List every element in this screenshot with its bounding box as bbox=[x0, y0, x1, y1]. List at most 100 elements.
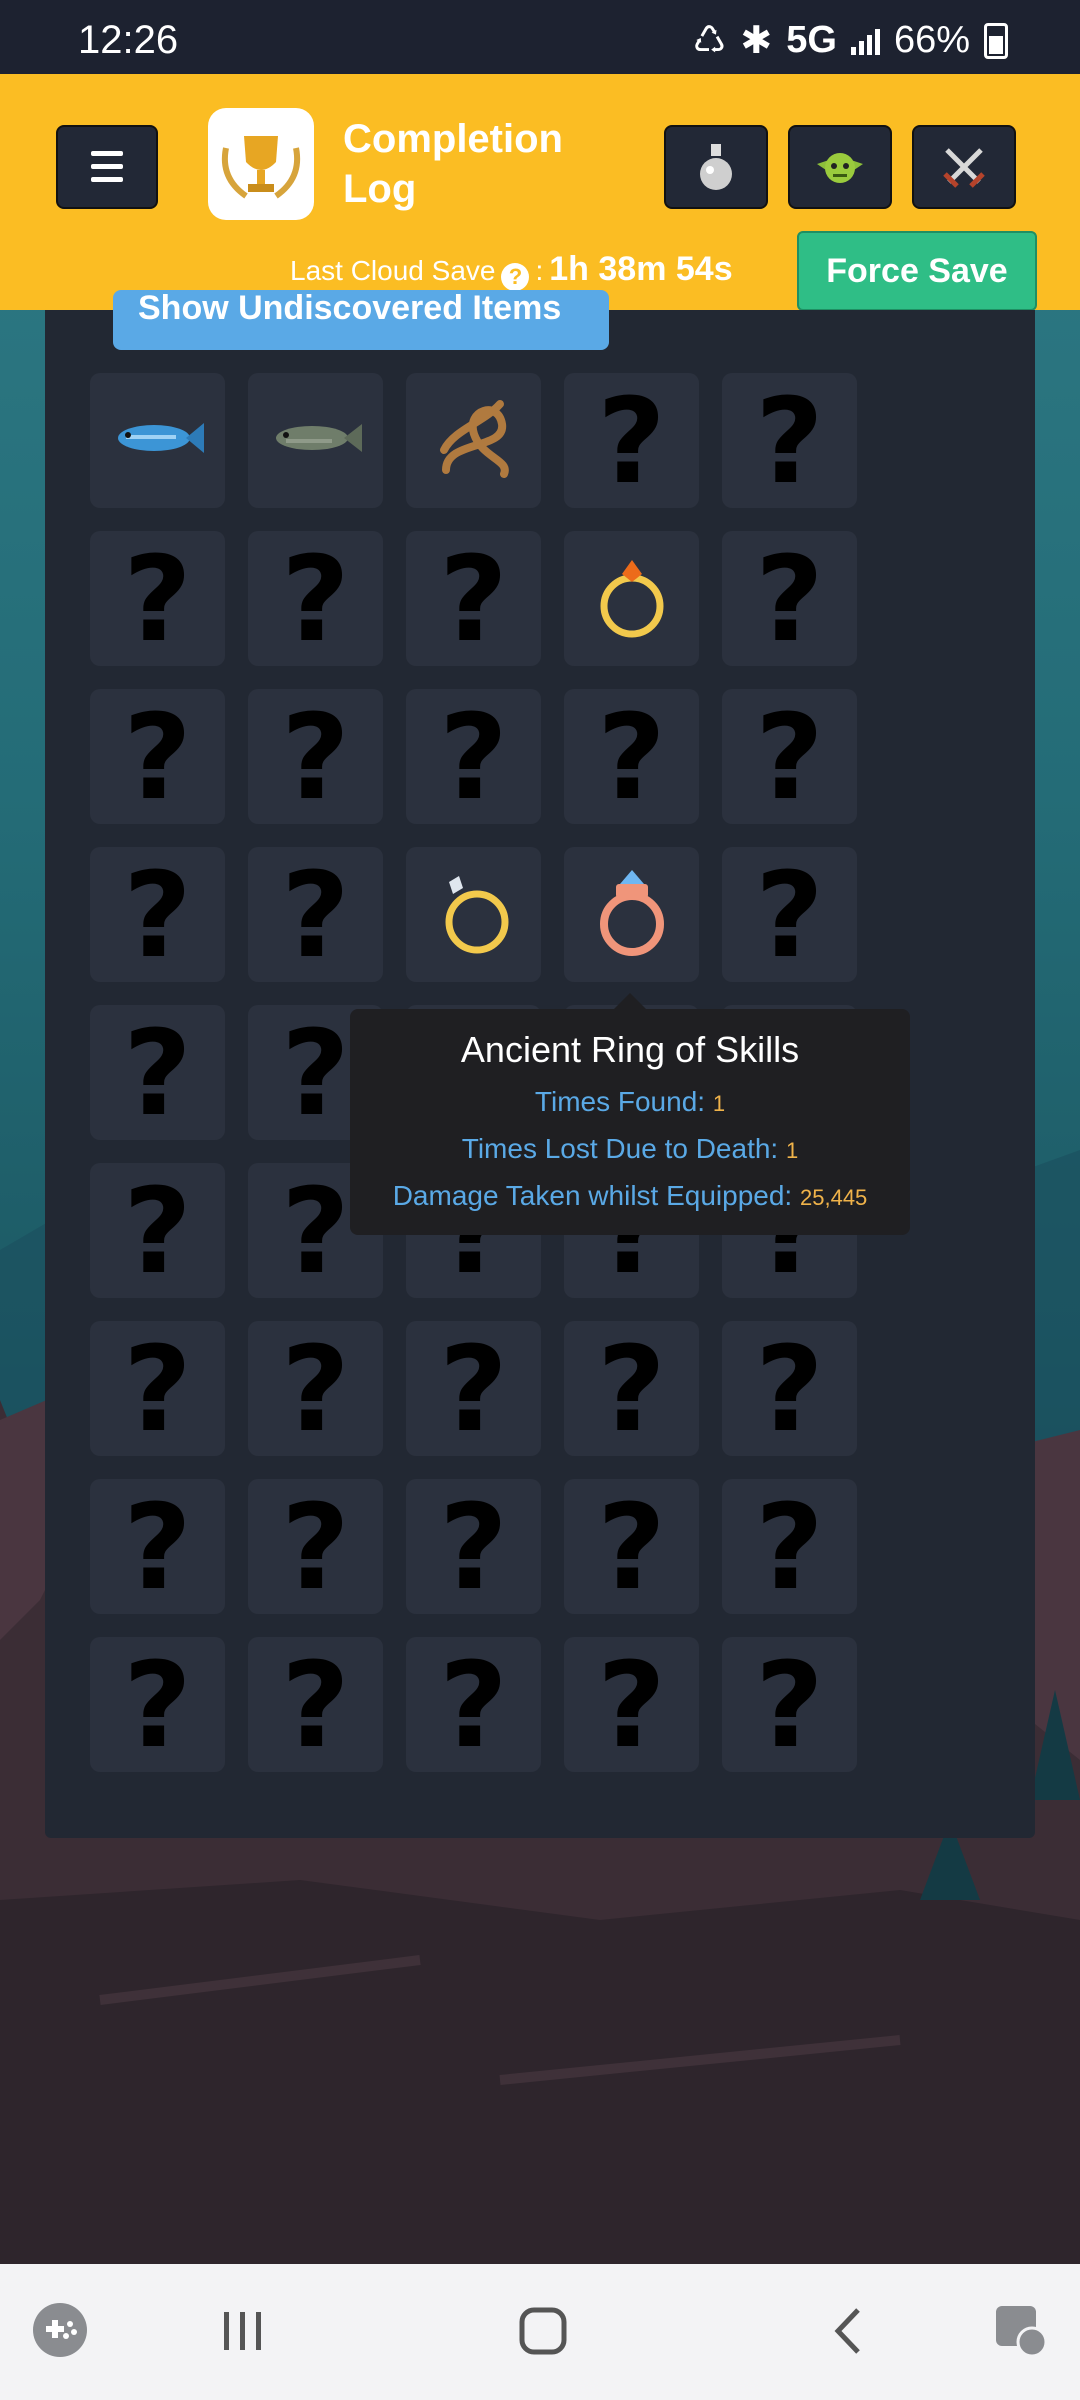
times-lost-label: Times Lost Due to Death: bbox=[461, 1133, 779, 1164]
undiscovered-item-slot[interactable]: ? bbox=[564, 689, 699, 824]
hamburger-menu-button[interactable] bbox=[56, 125, 158, 209]
diamond-ring-icon bbox=[429, 864, 519, 965]
question-mark-icon: ? bbox=[123, 1477, 192, 1616]
undiscovered-item-slot[interactable]: ? bbox=[90, 1321, 225, 1456]
times-found-row: Times Found: 1 bbox=[350, 1086, 910, 1118]
navigation-bar bbox=[0, 2264, 1080, 2400]
undiscovered-item-slot[interactable]: ? bbox=[90, 531, 225, 666]
damage-taken-row: Damage Taken whilst Equipped: 25,445 bbox=[350, 1180, 910, 1212]
undiscovered-item-slot[interactable]: ? bbox=[722, 847, 857, 982]
help-icon[interactable]: ? bbox=[501, 263, 530, 291]
undiscovered-item-slot[interactable]: ? bbox=[90, 1637, 225, 1772]
undiscovered-item-slot[interactable]: ? bbox=[564, 1479, 699, 1614]
question-mark-icon: ? bbox=[281, 1635, 350, 1774]
potion-button[interactable] bbox=[664, 125, 768, 209]
cloud-save-time: 1h 38m 54s bbox=[549, 250, 733, 288]
app-header: Completion Log Last Cloud Save ?: 1h 38m… bbox=[0, 74, 1080, 311]
goblin-icon bbox=[817, 153, 863, 183]
item-tooltip: Ancient Ring of Skills Times Found: 1 Ti… bbox=[350, 993, 910, 1235]
undiscovered-item-slot[interactable]: ? bbox=[90, 1479, 225, 1614]
undiscovered-item-slot[interactable]: ? bbox=[722, 689, 857, 824]
undiscovered-item-slot[interactable]: ? bbox=[722, 1479, 857, 1614]
times-lost-value: 1 bbox=[785, 1138, 799, 1163]
undiscovered-item-slot[interactable]: ? bbox=[564, 373, 699, 508]
undiscovered-item-slot[interactable]: ? bbox=[406, 689, 541, 824]
show-undiscovered-items-label: Show Undiscovered Items bbox=[138, 290, 562, 327]
question-mark-icon: ? bbox=[755, 1635, 824, 1774]
question-mark-icon: ? bbox=[281, 1477, 350, 1616]
bluetooth-icon: ✱ bbox=[740, 20, 773, 62]
question-mark-icon: ? bbox=[123, 845, 192, 984]
question-mark-icon: ? bbox=[439, 687, 508, 826]
assistant-icon[interactable] bbox=[990, 2300, 1050, 2360]
question-mark-icon: ? bbox=[755, 1319, 824, 1458]
combat-button[interactable] bbox=[912, 125, 1016, 209]
undiscovered-item-slot[interactable]: ? bbox=[248, 1637, 383, 1772]
undiscovered-item-slot[interactable]: ? bbox=[248, 689, 383, 824]
fish-green-icon bbox=[268, 413, 364, 468]
times-found-label: Times Found: bbox=[534, 1086, 706, 1117]
damage-taken-label: Damage Taken whilst Equipped: bbox=[392, 1180, 793, 1211]
undiscovered-item-slot[interactable]: ? bbox=[406, 1637, 541, 1772]
undiscovered-item-slot[interactable]: ? bbox=[406, 531, 541, 666]
rope-knot-icon bbox=[426, 390, 522, 491]
force-save-button[interactable]: Force Save bbox=[797, 231, 1037, 311]
fire-ring-icon bbox=[592, 548, 672, 649]
question-mark-icon: ? bbox=[439, 1635, 508, 1774]
item-slot[interactable] bbox=[248, 373, 383, 508]
question-mark-icon: ? bbox=[755, 371, 824, 510]
cloud-save-status: Last Cloud Save ?: 1h 38m 54s bbox=[290, 250, 733, 291]
question-mark-icon: ? bbox=[755, 687, 824, 826]
recent-apps-icon[interactable] bbox=[218, 2308, 268, 2354]
question-mark-icon: ? bbox=[755, 529, 824, 668]
back-icon[interactable] bbox=[828, 2306, 868, 2356]
question-mark-icon: ? bbox=[281, 1003, 350, 1142]
undiscovered-item-slot[interactable]: ? bbox=[90, 847, 225, 982]
question-mark-icon: ? bbox=[755, 1477, 824, 1616]
question-mark-icon: ? bbox=[755, 845, 824, 984]
undiscovered-item-slot[interactable]: ? bbox=[90, 1163, 225, 1298]
item-slot[interactable] bbox=[406, 847, 541, 982]
network-type: 5G bbox=[786, 19, 837, 61]
game-launcher-icon[interactable] bbox=[30, 2300, 90, 2360]
question-mark-icon: ? bbox=[123, 1161, 192, 1300]
question-mark-icon: ? bbox=[123, 529, 192, 668]
status-time: 12:26 bbox=[78, 18, 179, 62]
undiscovered-item-slot[interactable]: ? bbox=[90, 689, 225, 824]
show-undiscovered-items-button[interactable]: Show Undiscovered Items bbox=[113, 290, 609, 350]
item-slot[interactable] bbox=[406, 373, 541, 508]
question-mark-icon: ? bbox=[281, 845, 350, 984]
tooltip-title: Ancient Ring of Skills bbox=[460, 1029, 800, 1070]
question-mark-icon: ? bbox=[597, 1635, 666, 1774]
undiscovered-item-slot[interactable]: ? bbox=[248, 531, 383, 666]
undiscovered-item-slot[interactable]: ? bbox=[722, 1321, 857, 1456]
undiscovered-item-slot[interactable]: ? bbox=[564, 1321, 699, 1456]
undiscovered-item-slot[interactable]: ? bbox=[248, 1321, 383, 1456]
undiscovered-item-slot[interactable]: ? bbox=[722, 531, 857, 666]
goblin-button[interactable] bbox=[788, 125, 892, 209]
undiscovered-item-slot[interactable]: ? bbox=[406, 1321, 541, 1456]
home-icon[interactable] bbox=[518, 2306, 568, 2356]
question-mark-icon: ? bbox=[123, 1003, 192, 1142]
question-mark-icon: ? bbox=[281, 529, 350, 668]
trophy-logo-icon bbox=[208, 108, 314, 220]
question-mark-icon: ? bbox=[439, 1319, 508, 1458]
undiscovered-item-slot[interactable]: ? bbox=[722, 1637, 857, 1772]
undiscovered-item-slot[interactable]: ? bbox=[722, 373, 857, 508]
crossed-swords-icon bbox=[943, 148, 985, 188]
question-mark-icon: ? bbox=[281, 1319, 350, 1458]
undiscovered-item-slot[interactable]: ? bbox=[90, 1005, 225, 1140]
undiscovered-item-slot[interactable]: ? bbox=[248, 1479, 383, 1614]
status-bar: 12:26 ♺ ✱ 5G 66% bbox=[0, 0, 1080, 74]
undiscovered-item-slot[interactable]: ? bbox=[406, 1479, 541, 1614]
undiscovered-item-slot[interactable]: ? bbox=[564, 1637, 699, 1772]
item-slot[interactable] bbox=[564, 847, 699, 982]
damage-taken-value: 25,445 bbox=[800, 1185, 868, 1210]
question-mark-icon: ? bbox=[439, 1477, 508, 1616]
undiscovered-item-slot[interactable]: ? bbox=[248, 847, 383, 982]
item-slot[interactable] bbox=[564, 531, 699, 666]
question-mark-icon: ? bbox=[123, 1319, 192, 1458]
times-lost-row: Times Lost Due to Death: 1 bbox=[350, 1133, 910, 1165]
question-mark-icon: ? bbox=[123, 687, 192, 826]
item-slot[interactable] bbox=[90, 373, 225, 508]
